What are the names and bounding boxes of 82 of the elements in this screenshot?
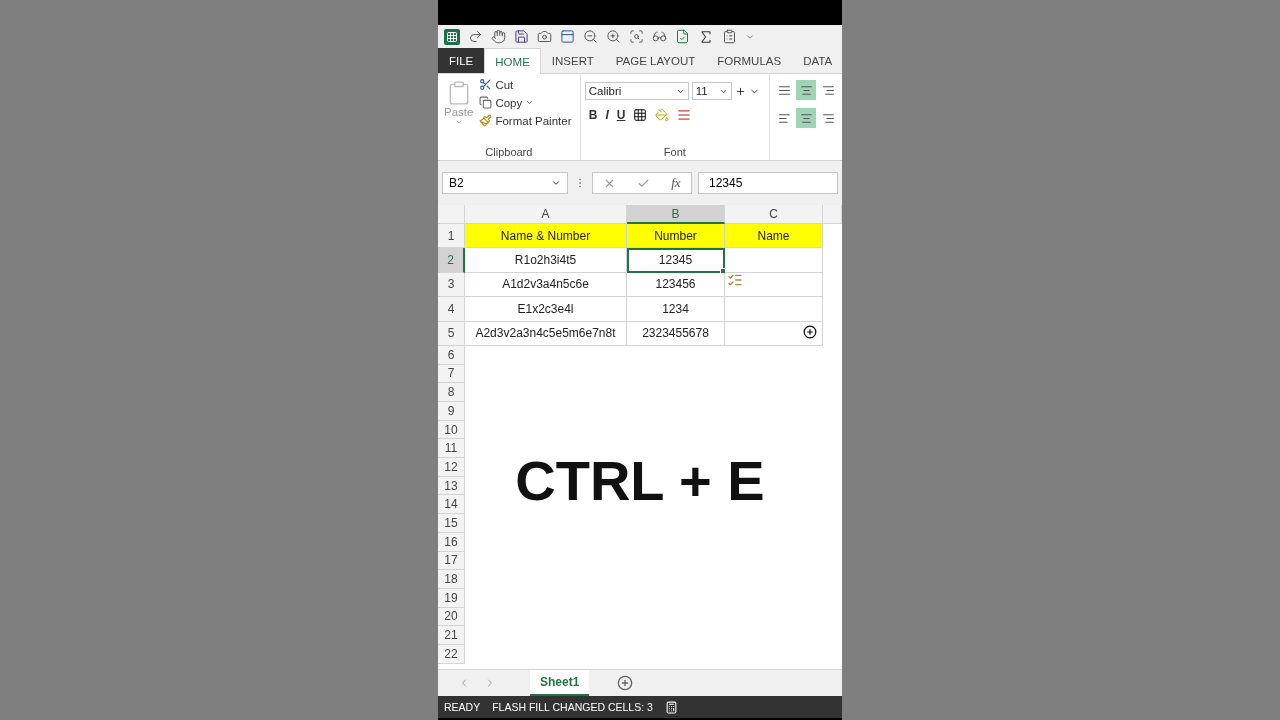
sheet-tab[interactable]: Sheet1 [530, 670, 590, 696]
row-header[interactable]: 5 [438, 321, 465, 346]
table-cell: Name [725, 224, 823, 249]
row-header[interactable]: 4 [438, 297, 465, 322]
align-icon [799, 111, 813, 125]
name-box[interactable]: B2 [442, 172, 568, 194]
bold-button[interactable]: B [588, 108, 598, 122]
row-header[interactable]: 1 [438, 224, 465, 249]
column-header[interactable]: A [465, 205, 627, 224]
table-cell: 2323455678 [627, 321, 725, 346]
font-size-field[interactable]: 11 [691, 82, 732, 100]
align-icon [821, 111, 835, 125]
ribbon-tab[interactable]: HOME [484, 48, 541, 74]
form-icon[interactable] [560, 29, 575, 44]
sigma-icon[interactable] [698, 28, 714, 45]
table-cell: 1234 [627, 297, 725, 322]
align-icon [777, 83, 791, 97]
group-title: Clipboard [484, 146, 534, 158]
print-preview-icon[interactable] [629, 29, 644, 44]
excel-logo-icon [444, 28, 460, 45]
table-cell: Number [627, 224, 725, 249]
table-cell: 12345 [627, 248, 725, 273]
status-text: READY [444, 701, 481, 713]
row-header[interactable]: 12 [438, 458, 465, 477]
row-header[interactable]: 9 [438, 402, 465, 421]
row-header[interactable]: 3 [438, 272, 465, 298]
format-painter-button[interactable]: Format Painter [479, 114, 572, 127]
column-header[interactable]: B [627, 205, 725, 224]
fill-color-icon[interactable] [655, 108, 670, 122]
row-header[interactable]: 18 [438, 570, 465, 589]
row-header[interactable]: 2 [438, 248, 465, 273]
align-icon [821, 83, 835, 97]
document-icon[interactable] [675, 29, 690, 44]
redo-icon[interactable] [468, 29, 483, 44]
table-cell: Name & Number [465, 224, 627, 249]
insert-function-button[interactable]: fx [671, 175, 681, 191]
status-text: FLASH FILL CHANGED CELLS: 3 [492, 701, 653, 713]
copy-button[interactable]: Copy [479, 96, 572, 109]
row-header[interactable]: 11 [438, 439, 465, 459]
cut-button[interactable]: Cut [479, 78, 572, 91]
underline-button[interactable]: U [616, 108, 626, 122]
caret-icon [551, 178, 561, 188]
save-icon[interactable] [514, 29, 529, 44]
table-cell: A1d2v3a4n5c6e [465, 272, 627, 298]
ribbon-tab[interactable]: FORMULAS [706, 48, 793, 73]
ribbon-tab[interactable]: INSERT [540, 48, 605, 73]
zoom-out-icon[interactable] [583, 29, 598, 44]
macro-icon[interactable] [664, 700, 678, 714]
italic-button[interactable]: I [605, 108, 609, 122]
caption: CTRL + E [515, 448, 765, 513]
new-sheet-icon[interactable] [617, 675, 634, 691]
scissors-icon [479, 78, 493, 91]
group-title: Font [662, 146, 687, 158]
glasses-icon[interactable] [652, 29, 667, 44]
table-cell: 123456 [627, 272, 725, 298]
copy-icon [479, 96, 493, 109]
row-header[interactable]: 21 [438, 626, 465, 645]
borders-icon[interactable] [633, 108, 648, 122]
ribbon-tab[interactable]: DATA [792, 48, 842, 73]
row-header[interactable]: 15 [438, 514, 465, 533]
caret-icon [525, 98, 535, 107]
align-icon [799, 83, 813, 97]
brush-icon [479, 114, 493, 127]
table-cell: A2d3v2a3n4c5e5m6e7n8t [465, 321, 627, 346]
table-cell: R1o2h3i4t5 [465, 248, 627, 273]
camera-icon[interactable] [537, 29, 552, 44]
align-icon [777, 111, 791, 125]
font-name-field[interactable]: Calibri [584, 82, 689, 100]
row-header[interactable]: 8 [438, 383, 465, 402]
ribbon-tab[interactable]: PAGE LAYOUT [604, 48, 707, 73]
hand-icon[interactable] [491, 29, 506, 44]
cursor-icon [803, 325, 817, 339]
table-cell: E1x2c3e4l [465, 297, 627, 322]
zoom-in-icon[interactable] [606, 29, 621, 44]
clipboard-icon[interactable] [722, 29, 737, 44]
formula-field[interactable]: 12345 [698, 172, 838, 194]
ribbon-tab[interactable]: FILE [438, 48, 485, 73]
flash-fill-options-icon[interactable] [727, 272, 743, 288]
caret-icon [454, 118, 463, 126]
column-header[interactable]: C [725, 205, 823, 224]
grow-font-icon[interactable] [734, 85, 746, 97]
row-header[interactable]: 14 [438, 495, 465, 515]
